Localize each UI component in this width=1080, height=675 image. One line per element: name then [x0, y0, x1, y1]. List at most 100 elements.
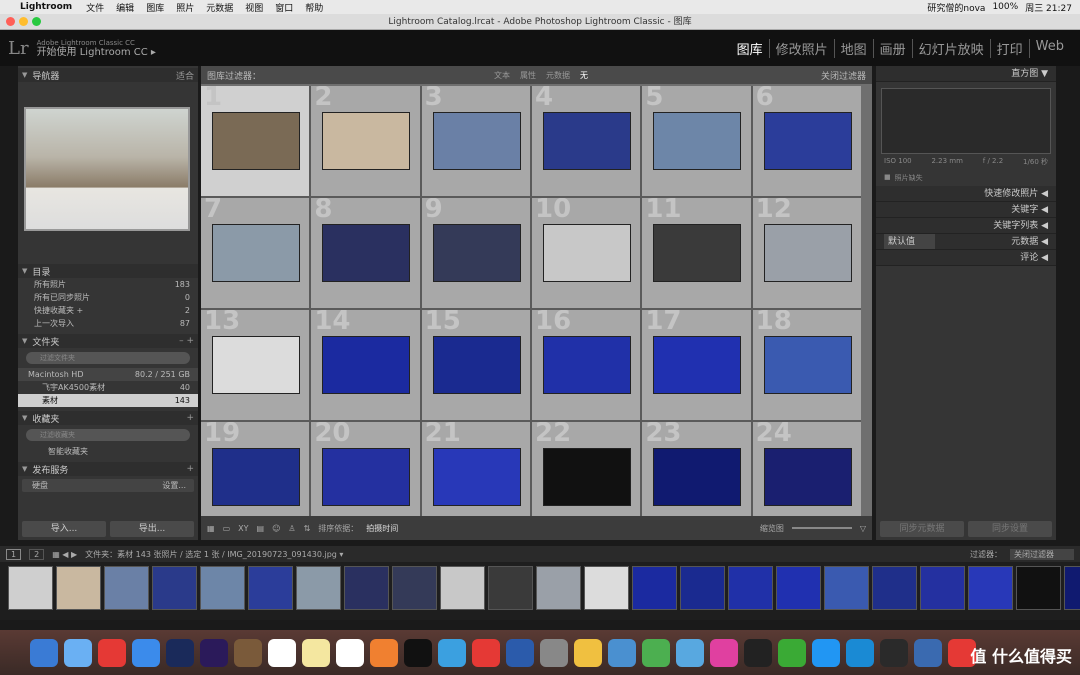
photo-thumbnail[interactable]: [763, 336, 852, 394]
add-publish-icon[interactable]: +: [186, 464, 194, 474]
metadata-header[interactable]: 默认值 元数据 ◀: [876, 234, 1056, 250]
people-view-icon[interactable]: ☺: [272, 524, 280, 533]
grid-cell[interactable]: 18: [752, 310, 861, 420]
photo-thumbnail[interactable]: [322, 448, 411, 506]
photo-thumbnail[interactable]: [322, 112, 411, 170]
keywording-header[interactable]: 关键字 ◀: [876, 202, 1056, 218]
filmstrip-thumbnail[interactable]: [344, 566, 389, 610]
collection-search-input[interactable]: 过滤收藏夹: [26, 429, 190, 441]
grid-cell[interactable]: 10: [532, 198, 641, 308]
dock-app-icon[interactable]: [846, 638, 874, 667]
catalog-row[interactable]: 上一次导入 87: [18, 317, 198, 330]
menu-view[interactable]: 视图: [239, 1, 269, 14]
photo-thumbnail[interactable]: [212, 448, 300, 506]
grid-icon[interactable]: ▦ ◀ ▶: [52, 550, 77, 559]
folder-item-selected[interactable]: 素材 143: [18, 394, 198, 407]
photo-thumbnail[interactable]: [543, 112, 631, 170]
catalog-row[interactable]: 所有已同步照片 0: [18, 291, 198, 304]
dock-app-icon[interactable]: [778, 638, 806, 667]
photo-thumbnail[interactable]: [432, 448, 521, 506]
menu-file[interactable]: 文件: [80, 1, 110, 14]
menu-window[interactable]: 窗口: [269, 1, 299, 14]
catalog-row[interactable]: 所有照片 183: [18, 278, 198, 291]
grid-view-icon[interactable]: ▦: [207, 524, 215, 533]
filter-metadata[interactable]: 元数据: [546, 70, 570, 81]
photo-thumbnail[interactable]: [432, 224, 521, 282]
clock[interactable]: 周三 21:27: [1025, 1, 1072, 14]
folders-header[interactable]: ▼ 文件夹 – +: [18, 334, 198, 348]
toolbar-menu-icon[interactable]: ▽: [860, 524, 866, 533]
dock-app-icon[interactable]: [98, 638, 126, 667]
dock-app-icon[interactable]: [642, 638, 670, 667]
filmstrip-thumbnail[interactable]: [824, 566, 869, 610]
filmstrip-thumbnail[interactable]: [104, 566, 149, 610]
module-library[interactable]: 图库: [731, 38, 770, 58]
metadata-preset-select[interactable]: 默认值: [884, 234, 936, 249]
comments-header[interactable]: 评论 ◀: [876, 250, 1056, 266]
zoom-icon[interactable]: [32, 17, 41, 26]
add-collection-icon[interactable]: +: [186, 413, 194, 423]
filter-close[interactable]: 关闭过滤器: [821, 69, 866, 82]
dock-app-icon[interactable]: [166, 638, 194, 667]
dock-app-icon[interactable]: [608, 638, 636, 667]
folder-item[interactable]: 飞宇AK4500素材 40: [18, 381, 198, 394]
module-develop[interactable]: 修改照片: [770, 38, 835, 58]
volume-row[interactable]: Macintosh HD 80.2 / 251 GB: [18, 368, 198, 381]
photo-thumbnail[interactable]: [763, 224, 852, 282]
histogram-header[interactable]: 直方图 ▼: [876, 66, 1056, 82]
page-2-button[interactable]: 2: [29, 548, 45, 560]
filmstrip-thumbnail[interactable]: [8, 566, 53, 610]
dock-app-icon[interactable]: [506, 638, 534, 667]
photo-thumbnail[interactable]: [653, 224, 742, 282]
quick-develop-header[interactable]: 快速修改照片 ◀: [876, 186, 1056, 202]
filmstrip-thumbnail[interactable]: [872, 566, 917, 610]
photo-thumbnail[interactable]: [322, 224, 411, 282]
dock-app-icon[interactable]: [438, 638, 466, 667]
keyword-list-header[interactable]: 关键字列表 ◀: [876, 218, 1056, 234]
navigator-preview[interactable]: [24, 107, 190, 231]
grid-cell[interactable]: 16: [532, 310, 641, 420]
filmstrip-thumbnail[interactable]: [152, 566, 197, 610]
app-menu[interactable]: Lightroom: [12, 2, 80, 12]
survey-view-icon[interactable]: ▤: [257, 524, 265, 533]
photo-thumbnail[interactable]: [432, 336, 521, 394]
sort-select[interactable]: 拍摄时间: [366, 523, 398, 534]
dock-app-icon[interactable]: [812, 638, 840, 667]
grid-cell[interactable]: 1: [201, 86, 310, 196]
source-path[interactable]: 文件夹：素材 143 张照片 / 选定 1 张 / IMG_20190723_0…: [85, 549, 343, 560]
filter-select[interactable]: 关闭过滤器: [1010, 548, 1074, 560]
grid-cell[interactable]: 6: [752, 86, 861, 196]
dock-app-icon[interactable]: [880, 638, 908, 667]
export-button[interactable]: 导出...: [110, 521, 194, 537]
dock-app-icon[interactable]: [574, 638, 602, 667]
filmstrip-thumbnail[interactable]: [536, 566, 581, 610]
sort-direction-icon[interactable]: ⇅: [304, 524, 311, 533]
menu-library[interactable]: 图库: [140, 1, 170, 14]
publish-header[interactable]: ▼ 发布服务 +: [18, 462, 198, 476]
photo-thumbnail[interactable]: [653, 336, 742, 394]
filmstrip-thumbnail[interactable]: [728, 566, 773, 610]
filter-text[interactable]: 文本: [494, 70, 510, 81]
menu-metadata[interactable]: 元数据: [200, 1, 239, 14]
sync-settings-button[interactable]: 同步设置: [968, 521, 1052, 537]
dock-app-icon[interactable]: [302, 638, 330, 667]
photo-thumbnail[interactable]: [212, 224, 300, 282]
filmstrip-thumbnail[interactable]: [1064, 566, 1080, 610]
grid-cell[interactable]: 15: [421, 310, 530, 420]
filmstrip-thumbnail[interactable]: [296, 566, 341, 610]
module-map[interactable]: 地图: [835, 38, 874, 58]
grid-cell[interactable]: 3: [421, 86, 530, 196]
grid-cell[interactable]: 9: [421, 198, 530, 308]
collections-header[interactable]: ▼ 收藏夹 +: [18, 411, 198, 425]
close-icon[interactable]: [6, 17, 15, 26]
menu-help[interactable]: 帮助: [299, 1, 329, 14]
module-book[interactable]: 画册: [874, 38, 913, 58]
publish-settings-link[interactable]: 设置...: [162, 479, 186, 492]
grid-cell[interactable]: 7: [201, 198, 310, 308]
painter-icon[interactable]: ♙: [288, 524, 295, 533]
dock-app-icon[interactable]: [200, 638, 228, 667]
dock-app-icon[interactable]: [744, 638, 772, 667]
grid-cell[interactable]: 2: [311, 86, 420, 196]
page-1-button[interactable]: 1: [6, 548, 22, 560]
sync-metadata-button[interactable]: 同步元数据: [880, 521, 964, 537]
